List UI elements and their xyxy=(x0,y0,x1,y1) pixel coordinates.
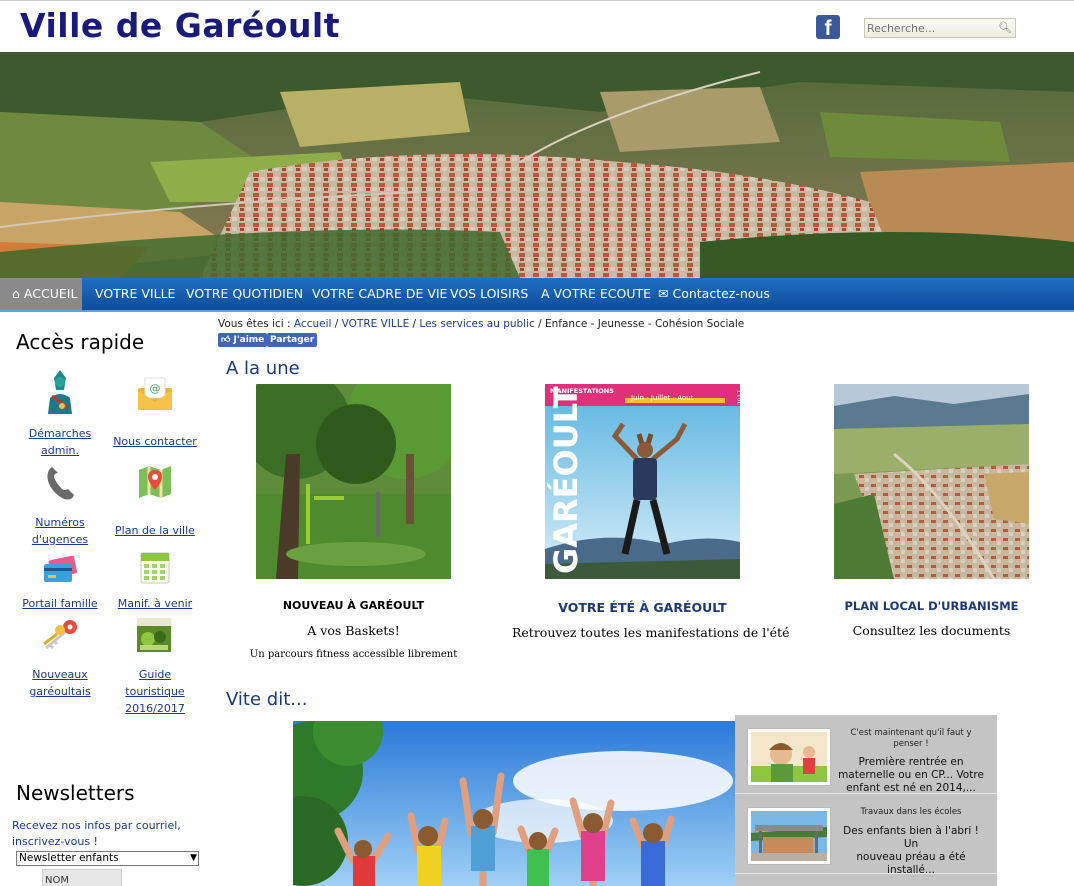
poster-months: Juin - Juillet - Aout xyxy=(630,394,694,402)
card-subtitle-3: Consultez les documents xyxy=(852,623,1011,638)
search-box[interactable]: 🔍︎ xyxy=(864,18,1016,38)
payment-card-icon[interactable] xyxy=(42,556,78,586)
thumbs-up-icon: 👍︎ xyxy=(221,335,231,345)
link-portail-famille[interactable]: Portail famille xyxy=(16,595,104,612)
news-text-2: maternelle ou en CP... Votre xyxy=(838,769,984,781)
newsletter-select[interactable]: Newsletter enfants ▼ xyxy=(16,851,199,866)
nav-accueil[interactable]: ⌂ ACCUEIL xyxy=(0,278,82,310)
card-image-fitness[interactable] xyxy=(256,384,451,579)
banner-image xyxy=(0,52,1074,278)
chevron-down-icon: ▼ xyxy=(190,853,197,863)
svg-text:@: @ xyxy=(150,382,161,395)
home-icon: ⌂ xyxy=(12,286,20,301)
card-image-aerial[interactable] xyxy=(834,384,1029,579)
map-pin-icon[interactable] xyxy=(137,464,173,500)
card-image-summer-poster[interactable]: MANIFESTATIONS Juin - Juillet - Aout 201… xyxy=(545,384,740,579)
newsletter-text: Recevez nos infos par courriel, inscrive… xyxy=(12,819,181,848)
card-subtitle-1: A vos Baskets! xyxy=(307,623,400,638)
news-thumbnail[interactable] xyxy=(747,728,831,786)
official-bust-icon[interactable] xyxy=(42,368,78,416)
news-kicker-1: C'est maintenant qu'il faut y xyxy=(850,728,972,738)
list-item[interactable]: C'est maintenant qu'il faut y penser ! P… xyxy=(735,715,997,795)
phone-icon[interactable] xyxy=(44,465,76,501)
link-manif-a-venir[interactable]: Manif. à venir xyxy=(112,595,198,612)
link-nouveaux-gareoultais[interactable]: Nouveaux garéoultais xyxy=(20,666,100,700)
news-thumbnail[interactable] xyxy=(747,807,831,865)
facebook-like-button[interactable]: 👍︎ J'aime xyxy=(218,333,268,347)
list-divider xyxy=(735,873,997,874)
link-plan-ville[interactable]: Plan de la ville xyxy=(112,522,198,539)
breadcrumb-services-public[interactable]: Les services au public xyxy=(419,318,534,330)
search-input[interactable] xyxy=(866,20,996,36)
card-subtitle-2: Retrouvez toutes les manifestations de l… xyxy=(512,625,790,640)
news-text-1: Première rentrée en xyxy=(858,756,964,768)
search-icon[interactable]: 🔍︎ xyxy=(998,21,1012,35)
nav-a-votre-ecoute[interactable]: A VOTRE ECOUTE xyxy=(541,278,651,310)
link-nous-contacter[interactable]: Nous contacter xyxy=(112,433,198,450)
link-numeros-urgences[interactable]: Numéros d'ugences xyxy=(20,514,100,548)
top-border xyxy=(0,0,1074,1)
facebook-icon[interactable]: f xyxy=(816,15,840,39)
newsletter-title: Newsletters xyxy=(16,781,135,805)
breadcrumb-accueil[interactable]: Accueil xyxy=(294,318,332,330)
facebook-share-button[interactable]: Partager xyxy=(267,333,318,347)
card-title-1[interactable]: NOUVEAU À GARÉOULT xyxy=(256,599,451,612)
link-guide-touristique[interactable]: Guide touristique 2016/2017 xyxy=(108,666,202,717)
site-title[interactable]: Ville de Garéoult xyxy=(20,6,340,45)
list-item[interactable]: Travaux dans les écoles Des enfants bien… xyxy=(735,795,997,876)
breadcrumb: Vous êtes ici : Accueil / VOTRE VILLE / … xyxy=(218,318,745,330)
card-title-2[interactable]: VOTRE ÉTÉ À GARÉOULT xyxy=(540,600,745,615)
list-divider xyxy=(735,793,997,794)
poster-town-name: GARÉOULT xyxy=(547,386,585,574)
tourist-guide-icon[interactable] xyxy=(136,617,172,653)
a-la-une-title: A la une xyxy=(226,358,300,379)
news-text-1: Des enfants bien à l'abri ! Un xyxy=(843,825,979,850)
vite-dit-list: C'est maintenant qu'il faut y penser ! P… xyxy=(735,715,997,886)
nav-cadre-de-vie[interactable]: VOTRE CADRE DE VIE xyxy=(312,278,447,310)
keys-icon[interactable] xyxy=(40,618,80,652)
link-demarches[interactable]: Démarches admin. xyxy=(20,425,100,459)
nav-votre-quotidien[interactable]: VOTRE QUOTIDIEN xyxy=(186,278,303,310)
vite-dit-title: Vite dit... xyxy=(226,689,308,710)
card-title-3[interactable]: PLAN LOCAL D'URBANISME xyxy=(834,599,1029,613)
nav-contactez-nous[interactable]: ✉ Contactez-nous xyxy=(658,278,770,310)
news-kicker-2: penser ! xyxy=(893,739,929,749)
quick-access-title: Accès rapide xyxy=(16,330,145,354)
card-note-1: Un parcours fitness accessible librement xyxy=(249,649,458,660)
calendar-icon[interactable] xyxy=(139,549,171,585)
poster-year: 2017 xyxy=(737,390,740,405)
envelope-icon: ✉ xyxy=(658,286,669,301)
newsletter-name-field[interactable]: NOM xyxy=(42,869,122,886)
nav-vos-loisirs[interactable]: VOS LOISIRS xyxy=(450,278,528,310)
nav-votre-ville[interactable]: VOTRE VILLE xyxy=(95,278,175,310)
email-envelope-icon[interactable]: @ xyxy=(136,376,174,412)
breadcrumb-votre-ville[interactable]: VOTRE VILLE xyxy=(342,318,410,330)
breadcrumb-current: Enfance - Jeunesse - Cohésion Sociale xyxy=(545,318,745,330)
news-kicker-1: Travaux dans les écoles xyxy=(860,807,962,817)
main-nav: ⌂ ACCUEIL VOTRE VILLE VOTRE QUOTIDIEN VO… xyxy=(0,278,1074,312)
vite-dit-main-photo[interactable] xyxy=(293,721,738,886)
